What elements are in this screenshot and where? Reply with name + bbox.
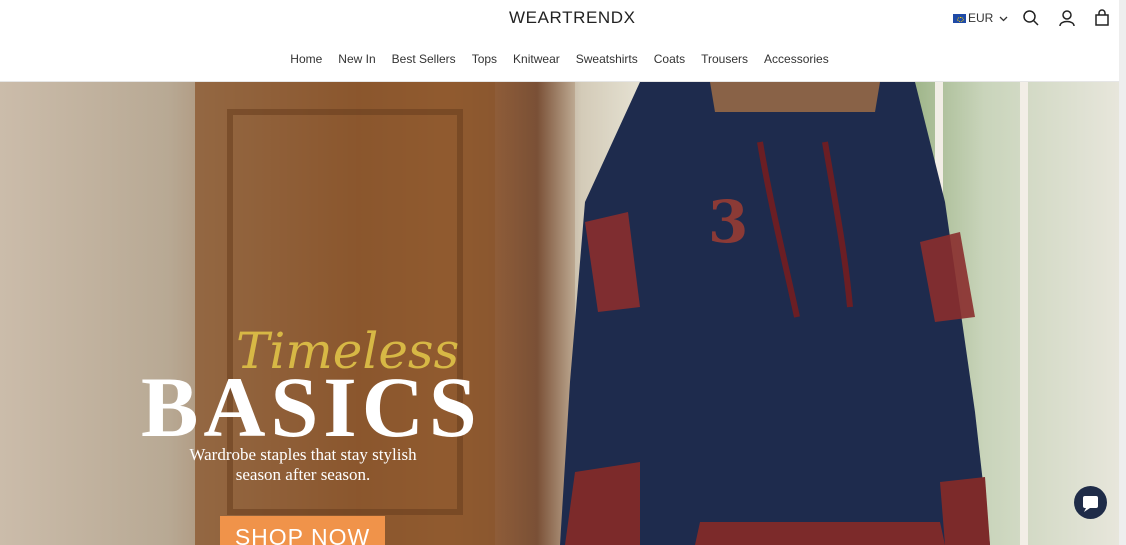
currency-selector[interactable]: EUR [953,11,1008,25]
nav-item-accessories[interactable]: Accessories [756,52,837,66]
nav-item-new-in[interactable]: New In [330,52,383,66]
chat-icon [1083,496,1098,512]
chevron-down-icon [999,11,1008,25]
nav-item-tops[interactable]: Tops [464,52,505,66]
hero-banner: 3 Timeless BASICS Wardrobe staples that … [0,82,1119,545]
search-icon[interactable] [1022,9,1040,27]
main-navigation: Home New In Best Sellers Tops Knitwear S… [0,52,1119,66]
site-header: WEARTRENDX EUR Home New In Best Sellers … [0,0,1119,82]
hero-title: BASICS [141,359,482,455]
nav-item-trousers[interactable]: Trousers [693,52,756,66]
hero-image: 3 [195,82,1119,545]
nav-item-home[interactable]: Home [282,52,330,66]
nav-item-best-sellers[interactable]: Best Sellers [384,52,464,66]
nav-item-coats[interactable]: Coats [646,52,693,66]
nav-item-knitwear[interactable]: Knitwear [505,52,568,66]
account-icon[interactable] [1058,9,1076,27]
hero-subtitle-line1: Wardrobe staples that stay stylish [189,445,417,464]
svg-text:3: 3 [708,188,748,256]
brand-logo[interactable]: WEARTRENDX [509,8,636,28]
hero-subtitle-line2: season after season. [235,465,371,484]
hero-subtitle: Wardrobe staples that stay stylish seaso… [188,445,418,485]
chat-launcher-button[interactable] [1074,486,1107,519]
shop-now-button[interactable]: SHOP NOW [220,516,385,545]
page-scrollbar[interactable] [1119,0,1126,545]
currency-label: EUR [968,11,994,25]
cart-icon[interactable] [1093,9,1111,27]
eu-flag-icon [953,13,966,23]
nav-item-sweatshirts[interactable]: Sweatshirts [568,52,646,66]
